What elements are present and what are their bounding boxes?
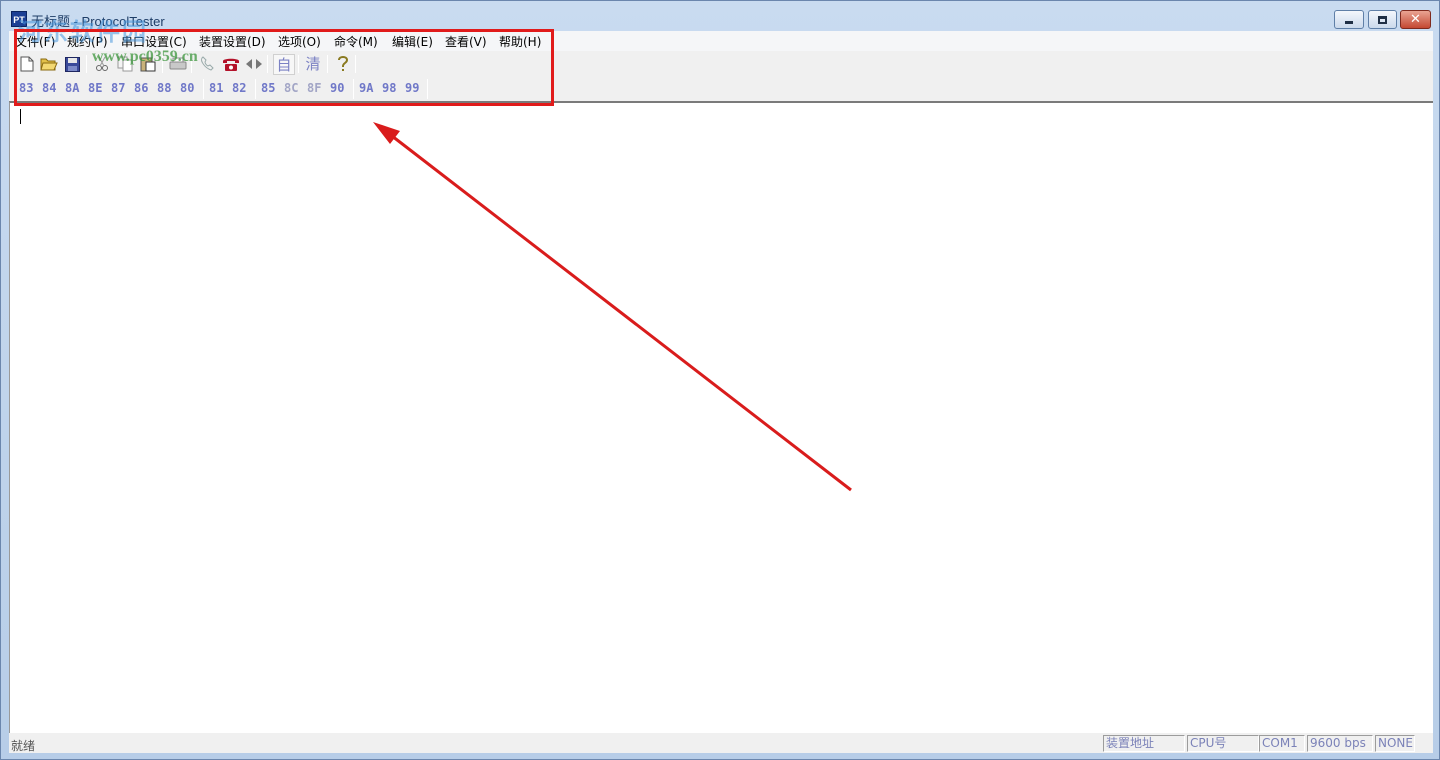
- status-device-address: 装置地址: [1103, 735, 1185, 752]
- status-port: COM1: [1259, 735, 1305, 752]
- maximize-button[interactable]: [1368, 10, 1397, 29]
- document-editor[interactable]: [9, 101, 1433, 733]
- maximize-icon: [1378, 15, 1387, 24]
- highlight-box: [14, 29, 554, 106]
- close-icon: ✕: [1410, 12, 1421, 27]
- text-caret: [20, 109, 21, 124]
- app-window: PT 无标题 - ProtocolTester ✕ 文件(F) 规约(P) 串口…: [0, 0, 1440, 760]
- status-cpu: CPU号: [1187, 735, 1259, 752]
- title-bar[interactable]: PT 无标题 - ProtocolTester ✕: [1, 1, 1439, 31]
- status-bar: 就绪 装置地址 CPU号 COM1 9600 bps NONE: [9, 733, 1433, 753]
- status-parity: NONE: [1375, 735, 1415, 752]
- client-area: 文件(F) 规约(P) 串口设置(C) 装置设置(D) 选项(O) 命令(M) …: [9, 31, 1433, 753]
- minimize-icon: [1345, 21, 1353, 24]
- minimize-button[interactable]: [1334, 10, 1364, 29]
- close-button[interactable]: ✕: [1400, 10, 1431, 29]
- status-message: 就绪: [11, 739, 36, 753]
- status-baud: 9600 bps: [1307, 735, 1373, 752]
